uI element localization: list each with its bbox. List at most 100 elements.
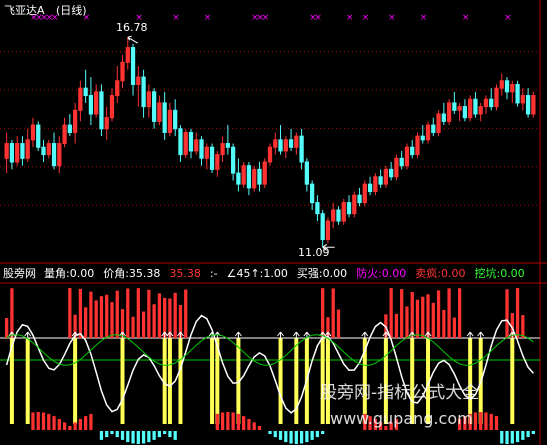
candle-body [262,161,267,185]
indicator-bottom-red-bar [62,422,67,430]
indicator-red-bar [400,289,404,338]
legend-item: 35.38 [169,267,201,280]
candle-body [341,202,346,222]
indicator-bottom-cyan-bar [268,431,272,434]
indicator-bottom-red-bar [484,412,488,430]
indicator-bottom-red-bar [252,422,256,430]
indicator-bottom-cyan-bar [284,431,288,443]
indicator-bottom-red-bar [242,416,246,430]
candle-body [199,139,204,159]
candle-body [120,61,125,82]
legend-item: 买强:0.00 [297,267,347,280]
candle-body [504,80,510,93]
candle-body [41,146,46,156]
indicator-red-bar [405,306,409,338]
indicator-bottom-red-bar [247,419,251,430]
indicator-red-bar [89,291,93,338]
candle-body [394,157,399,178]
indicator-red-bar [99,296,104,338]
candle-body [15,143,20,163]
indicator-red-bar [152,304,156,338]
candle-body [446,102,452,122]
indicator-source: 股旁网 [3,266,36,280]
candle-body [30,124,36,141]
indicator-bottom-red-bar [84,416,88,430]
candle-body [357,194,362,204]
candle-body [494,87,499,108]
low-annotation: 11.09 [298,246,330,259]
indicator-red-bar [126,288,130,338]
indicator-bottom-red-bar [231,412,235,430]
stock-title: 飞亚达A [4,4,45,17]
indicator-bottom-cyan-bar [310,431,314,440]
indicator-yellow-bar [510,338,515,424]
candle-body [267,146,273,163]
candle-body [410,146,415,156]
indicator-bottom-cyan-bar [168,431,172,438]
candle-body [104,117,109,130]
indicator-bottom-red-bar [41,412,46,430]
indicator-bottom-cyan-bar [131,431,135,444]
indicator-bottom-red-bar [473,412,478,430]
indicator-red-bar [110,302,114,338]
indicator-red-bar [184,289,188,338]
indicator-bottom-cyan-bar [278,431,283,440]
indicator-bottom-red-bar [479,412,483,430]
indicator-red-bar [5,318,9,338]
indicator-red-bar [10,288,14,338]
indicator-red-bar [415,299,420,338]
indicator-red-bar [78,288,83,338]
candle-body [473,98,478,115]
indicator-yellow-bar [210,338,215,424]
candle-body [299,135,304,163]
indicator-bottom-red-bar [215,413,219,430]
candle-body [325,220,331,241]
candle-body [20,143,25,159]
indicator-legend: 股旁网 量角:0.00 价角:35.38 35.38:- ∠45↑:1.00 买强:0.… [3,266,525,280]
indicator-bottom-cyan-bar [152,431,156,440]
indicator-red-bar [105,294,109,338]
candle-body [389,168,394,178]
candle-body [151,91,157,122]
indicator-bottom-red-bar [494,416,499,430]
candle-body [331,209,336,222]
candle-body [241,165,246,185]
candle-body [310,183,315,204]
indicator-red-bar [115,290,119,338]
candle-body [510,83,515,93]
candle-body [336,209,341,222]
candle-body [436,113,441,133]
indicator-bottom-red-bar [236,413,241,430]
indicator-red-bar [426,294,430,338]
candle-body [194,139,199,152]
indicator-bottom-cyan-bar [147,431,151,443]
candle-body [236,172,241,185]
candle-body [441,113,446,122]
indicator-yellow-bar [73,338,78,424]
candle-body [462,106,468,119]
candle-body [420,135,425,141]
candle-body [304,161,310,185]
candle-body [378,176,383,185]
candle-body [399,157,404,167]
candle-body [125,47,130,63]
indicator-bottom-cyan-bar [299,431,304,444]
indicator-red-bar [336,309,341,338]
candle-body [215,154,220,170]
candle-body [415,135,420,156]
indicator-bottom-red-bar [257,426,262,430]
indicator-red-bar [452,317,456,338]
candle-body [173,109,178,130]
indicator-bottom-cyan-bar [289,431,293,444]
signal-x-marker: × [362,13,370,23]
candle-body [109,95,115,119]
candle-body [525,95,531,115]
candle-body [162,102,167,133]
indicator-red-bar [136,288,140,338]
indicator-bottom-cyan-bar [505,431,509,444]
candle-body [346,202,352,215]
candle-body [9,143,15,163]
candle-body [362,183,367,204]
indicator-red-bar [131,316,135,338]
candle-body [188,131,194,152]
